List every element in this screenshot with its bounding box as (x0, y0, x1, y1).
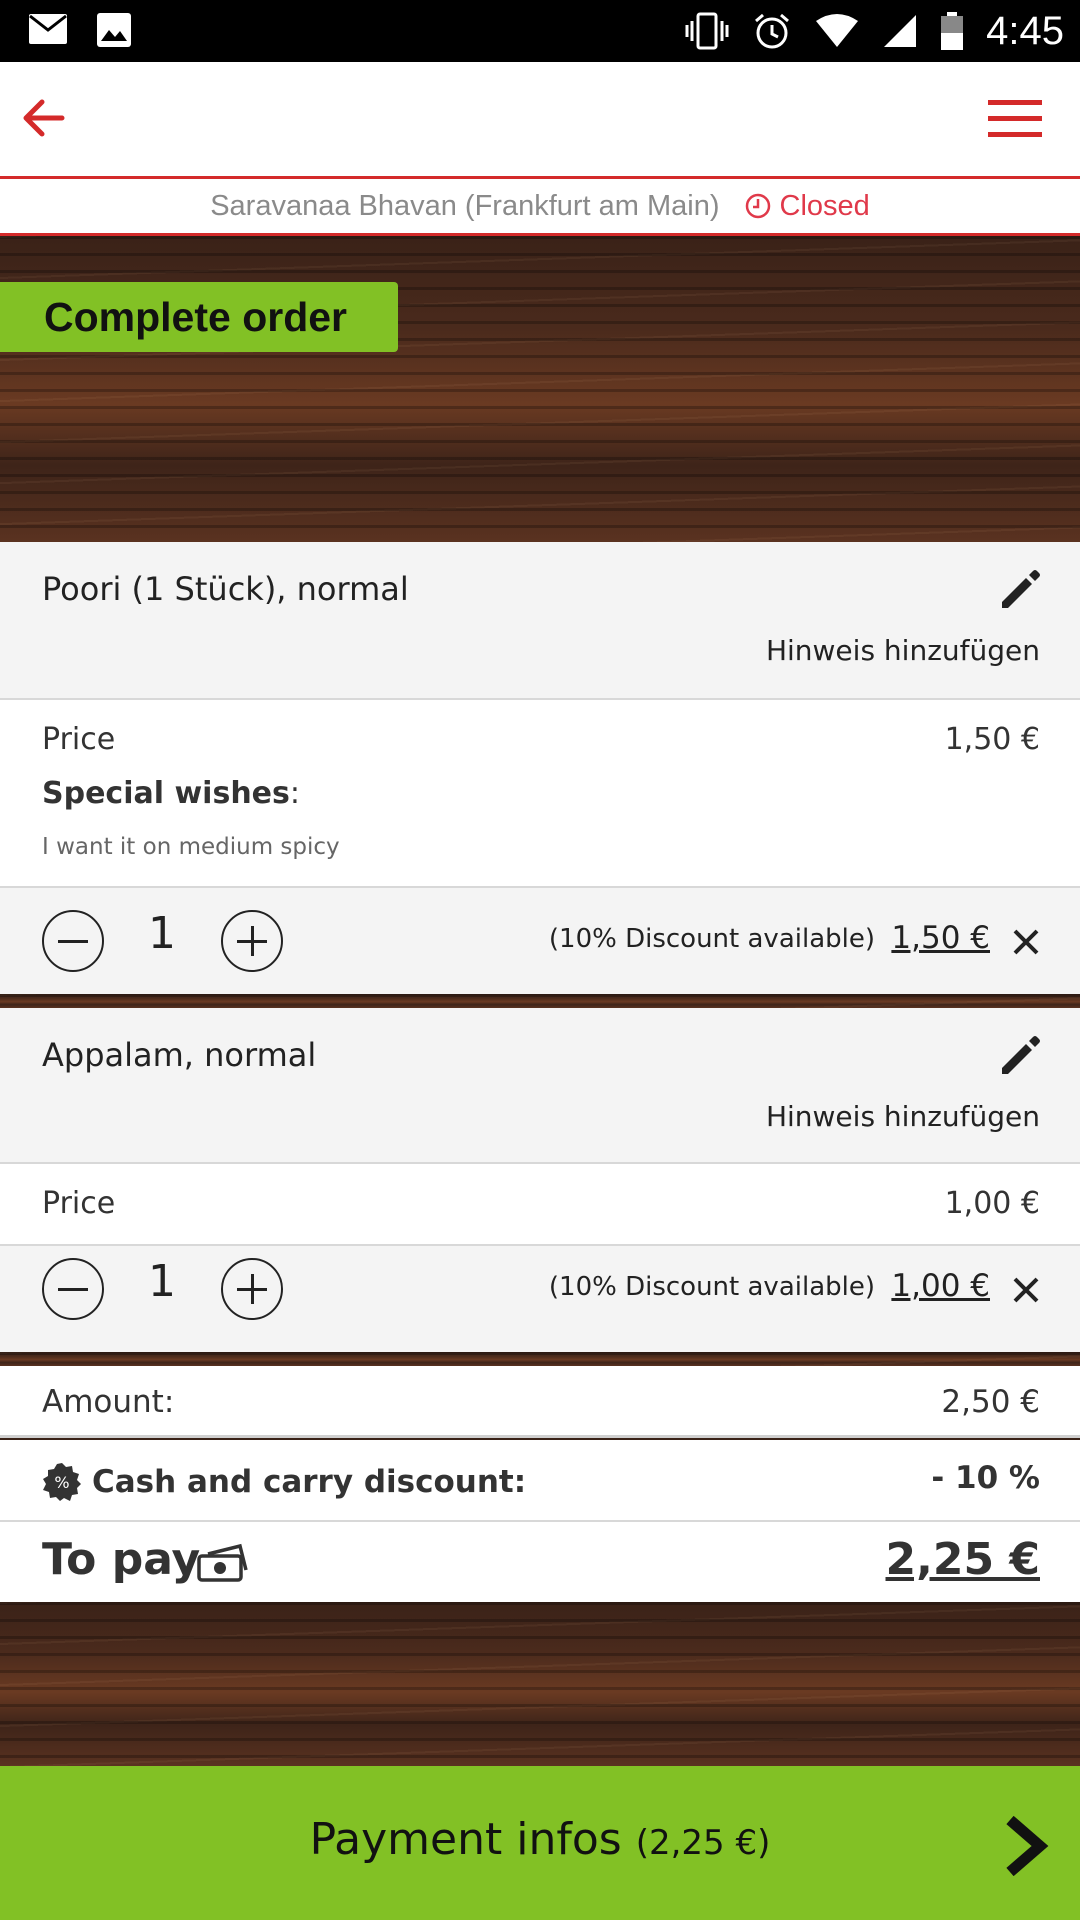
wood-divider (0, 994, 1080, 1008)
line-total[interactable]: 1,50 € (891, 920, 990, 956)
payment-amount: (2,25 €) (635, 1823, 771, 1863)
discount-value: - 10 % (931, 1460, 1040, 1496)
restaurant-name: Saravanaa Bhavan (Frankfurt am Main) (210, 189, 720, 222)
amount-row: Amount: 2,50 € (0, 1366, 1080, 1438)
to-pay-value: 2,25 € (885, 1534, 1041, 1585)
add-note-link[interactable]: Hinweis hinzufügen (766, 634, 1040, 667)
price-label: Price (42, 1186, 116, 1221)
amount-value: 2,50 € (941, 1384, 1040, 1420)
opening-status: Closed (744, 190, 870, 223)
item-title: Appalam, normal (42, 1036, 317, 1074)
decrease-quantity-button[interactable] (42, 1258, 104, 1320)
order-item-details: Price 1,00 € (0, 1164, 1080, 1246)
discount-row: % Cash and carry discount: - 10 % (0, 1440, 1080, 1522)
payment-button-text: Payment infos (2,25 €) (0, 1814, 1080, 1865)
close-icon[interactable] (1010, 1274, 1042, 1306)
price-value: 1,50 € (944, 722, 1040, 757)
payment-label: Payment infos (309, 1814, 622, 1865)
alarm-icon (755, 13, 790, 49)
to-pay-label: To pay (42, 1534, 201, 1585)
discount-label: Cash and carry discount: (92, 1464, 527, 1500)
wifi-icon (816, 14, 859, 47)
increase-quantity-button[interactable] (221, 910, 283, 972)
payment-infos-button[interactable]: Payment infos (2,25 €) (0, 1766, 1080, 1920)
pencil-icon[interactable] (998, 568, 1042, 612)
status-text: Closed (779, 189, 870, 222)
battery-icon (941, 12, 964, 50)
back-arrow-icon[interactable] (18, 94, 66, 142)
discount-note: (10% Discount available) (548, 924, 875, 954)
vibrate-icon (685, 12, 729, 50)
app-bar (0, 62, 1080, 179)
quantity-value: 1 (148, 908, 176, 959)
quantity-row: 1 (10% Discount available) 1,50 € (0, 888, 1080, 994)
add-note-link[interactable]: Hinweis hinzufügen (766, 1100, 1040, 1133)
decrease-quantity-button[interactable] (42, 910, 104, 972)
item-title: Poori (1 Stück), normal (42, 570, 409, 608)
wood-divider (0, 1352, 1080, 1366)
order-item-header: Appalam, normal Hinweis hinzufügen (0, 1008, 1080, 1164)
image-icon (97, 13, 131, 47)
to-pay-row: To pay 2,25 € (0, 1522, 1080, 1602)
line-total[interactable]: 1,00 € (891, 1268, 990, 1304)
hamburger-menu-icon[interactable] (988, 98, 1042, 140)
quantity-row: 1 (10% Discount available) 1,00 € (0, 1246, 1080, 1352)
price-label: Price (42, 722, 116, 757)
order-item-details: Price 1,50 € Special wishes: I want it o… (0, 700, 1080, 888)
wood-background (0, 1602, 1080, 1766)
restaurant-info-bar: Saravanaa Bhavan (Frankfurt am Main) Clo… (0, 179, 1080, 236)
special-wishes-text: I want it on medium spicy (42, 834, 340, 860)
signal-icon (884, 15, 917, 47)
chevron-right-icon (1006, 1816, 1049, 1876)
discount-note: (10% Discount available) (548, 1272, 875, 1302)
price-value: 1,00 € (944, 1186, 1040, 1221)
svg-text:%: % (54, 1473, 69, 1492)
page-title: Complete order (0, 282, 398, 352)
mail-icon (29, 14, 67, 44)
amount-label: Amount: (42, 1384, 175, 1420)
status-bar: 4:45 (0, 0, 1080, 62)
special-wishes-label: Special wishes: (42, 776, 300, 811)
cash-icon (197, 1543, 248, 1582)
increase-quantity-button[interactable] (221, 1258, 283, 1320)
clock: 4:45 (986, 8, 1064, 53)
order-item-header: Poori (1 Stück), normal Hinweis hinzufüg… (0, 542, 1080, 700)
pencil-icon[interactable] (998, 1034, 1042, 1078)
close-icon[interactable] (1010, 926, 1042, 958)
percent-badge-icon: % (43, 1463, 81, 1501)
quantity-value: 1 (148, 1256, 176, 1307)
clock-icon (745, 193, 770, 219)
